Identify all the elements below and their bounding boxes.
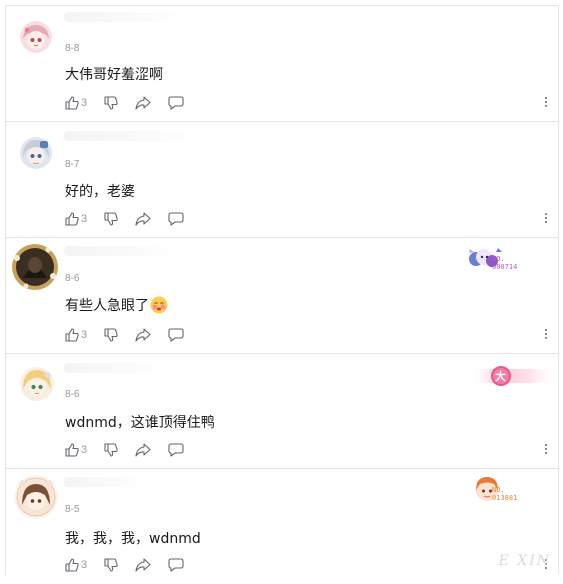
more-options-button[interactable]: [544, 96, 548, 110]
comment-date: 8-6: [65, 273, 80, 284]
chat-bubble-icon: [168, 328, 184, 342]
share-button[interactable]: [135, 558, 151, 572]
share-button[interactable]: [135, 212, 151, 226]
avatar[interactable]: [20, 367, 54, 401]
thumbs-up-icon: [65, 558, 79, 572]
share-icon: [135, 558, 151, 572]
reply-button[interactable]: [168, 558, 184, 572]
more-options-button[interactable]: [544, 443, 548, 457]
comment-text-body: 有些人急眼了: [65, 298, 149, 314]
thumbs-down-icon: [104, 96, 118, 110]
thumbs-up-icon: [65, 212, 79, 226]
thumbs-up-icon: [65, 443, 79, 457]
share-icon: [135, 443, 151, 457]
badge-character: 大: [495, 370, 506, 383]
comment-text: 我，我，我，wdnmd: [65, 531, 201, 547]
dislike-button[interactable]: [104, 443, 118, 457]
comment-actions: 3: [65, 95, 201, 111]
username-blurred: [64, 131, 199, 141]
comment-item: 8-8 大伟哥好羞涩啊 3: [6, 6, 558, 122]
like-count: 3: [81, 559, 88, 571]
comment-actions: 3: [65, 557, 201, 573]
chat-bubble-icon: [168, 96, 184, 110]
chat-bubble-icon: [168, 212, 184, 226]
like-button[interactable]: 3: [65, 212, 87, 226]
like-count: 3: [81, 213, 88, 225]
share-button[interactable]: [135, 96, 151, 110]
reply-button[interactable]: [168, 443, 184, 457]
username-blurred: [64, 363, 164, 373]
like-count: 3: [81, 444, 88, 456]
avatar[interactable]: [20, 21, 52, 53]
fan-badge: NO. 000714: [466, 243, 544, 273]
comment-text: 有些人急眼了: [65, 295, 168, 315]
like-count: 3: [81, 97, 88, 109]
comment-item: 8-6 有些人急眼了 NO. 000714 3: [6, 238, 558, 354]
thumbs-up-icon: [65, 96, 79, 110]
blushing-face-emoji-icon: [150, 296, 168, 314]
comment-text: 好的，老婆: [65, 184, 135, 200]
avatar[interactable]: [20, 137, 52, 169]
dislike-button[interactable]: [104, 328, 118, 342]
comment-actions: 3: [65, 211, 201, 227]
badge-value: 000714: [492, 263, 518, 271]
comment-date: 8-6: [65, 389, 80, 400]
reply-button[interactable]: [168, 96, 184, 110]
fan-badge: NO. 013881: [472, 474, 544, 504]
reply-button[interactable]: [168, 328, 184, 342]
like-button[interactable]: 3: [65, 328, 87, 342]
watermark: E XIN: [498, 553, 551, 569]
comment-actions: 3: [65, 327, 201, 343]
more-options-button[interactable]: [544, 212, 548, 226]
thumbs-up-icon: [65, 328, 79, 342]
like-count: 3: [81, 329, 88, 341]
fan-badge: 大: [468, 365, 558, 387]
comment-item: 8-5 我，我，我，wdnmd NO. 013881 3: [6, 469, 558, 584]
badge-number: NO. 013881: [492, 486, 530, 502]
reply-button[interactable]: [168, 212, 184, 226]
like-button[interactable]: 3: [65, 443, 87, 457]
username-blurred: [64, 477, 144, 487]
badge-prefix: NO.: [492, 255, 505, 263]
thumbs-down-icon: [104, 212, 118, 226]
comment-actions: 3: [65, 442, 201, 458]
username-blurred: [64, 12, 184, 22]
comment-date: 8-8: [65, 43, 80, 54]
thumbs-down-icon: [104, 443, 118, 457]
chat-bubble-icon: [168, 558, 184, 572]
dislike-button[interactable]: [104, 558, 118, 572]
username-blurred: [64, 246, 174, 256]
badge-value: 013881: [492, 494, 518, 502]
comment-text: 大伟哥好羞涩啊: [65, 67, 163, 83]
comment-item: 8-7 好的，老婆 3: [6, 122, 558, 238]
comment-text: wdnmd，这谁顶得住鸭: [65, 415, 215, 431]
share-button[interactable]: [135, 328, 151, 342]
badge-glow-icon: [468, 366, 558, 386]
thumbs-down-icon: [104, 558, 118, 572]
comment-date: 8-5: [65, 504, 80, 515]
share-icon: [135, 328, 151, 342]
badge-prefix: NO.: [492, 486, 505, 494]
dislike-button[interactable]: [104, 212, 118, 226]
avatar[interactable]: [14, 475, 58, 519]
thumbs-down-icon: [104, 328, 118, 342]
share-icon: [135, 212, 151, 226]
chat-bubble-icon: [168, 443, 184, 457]
more-options-button[interactable]: [544, 328, 548, 342]
like-button[interactable]: 3: [65, 96, 87, 110]
comment-date: 8-7: [65, 159, 80, 170]
avatar[interactable]: [12, 244, 58, 290]
badge-number: NO. 000714: [492, 255, 530, 271]
dislike-button[interactable]: [104, 96, 118, 110]
share-icon: [135, 96, 151, 110]
comment-item: 8-6 wdnmd，这谁顶得住鸭 大 3: [6, 353, 558, 469]
like-button[interactable]: 3: [65, 558, 87, 572]
share-button[interactable]: [135, 443, 151, 457]
